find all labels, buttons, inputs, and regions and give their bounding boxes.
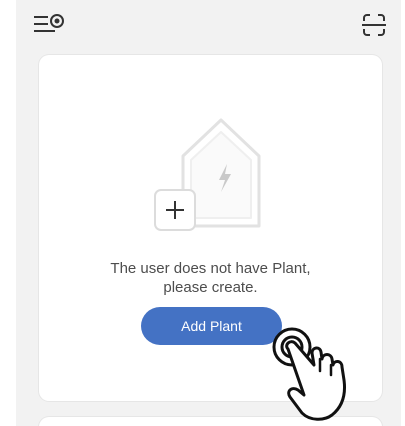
- scan-icon[interactable]: [362, 14, 386, 36]
- house-with-plus-icon: [154, 118, 261, 231]
- empty-state-message: The user does not have Plant, please cre…: [39, 259, 382, 297]
- menu-settings-icon[interactable]: [33, 13, 67, 35]
- empty-plant-card: The user does not have Plant, please cre…: [39, 55, 382, 401]
- app-screen: The user does not have Plant, please cre…: [16, 0, 401, 426]
- add-plant-button[interactable]: Add Plant: [141, 307, 282, 345]
- empty-message-line-2: please create.: [163, 279, 258, 296]
- next-card: [39, 417, 382, 426]
- empty-message-line-1: The user does not have Plant,: [110, 260, 311, 277]
- top-bar: [16, 0, 401, 46]
